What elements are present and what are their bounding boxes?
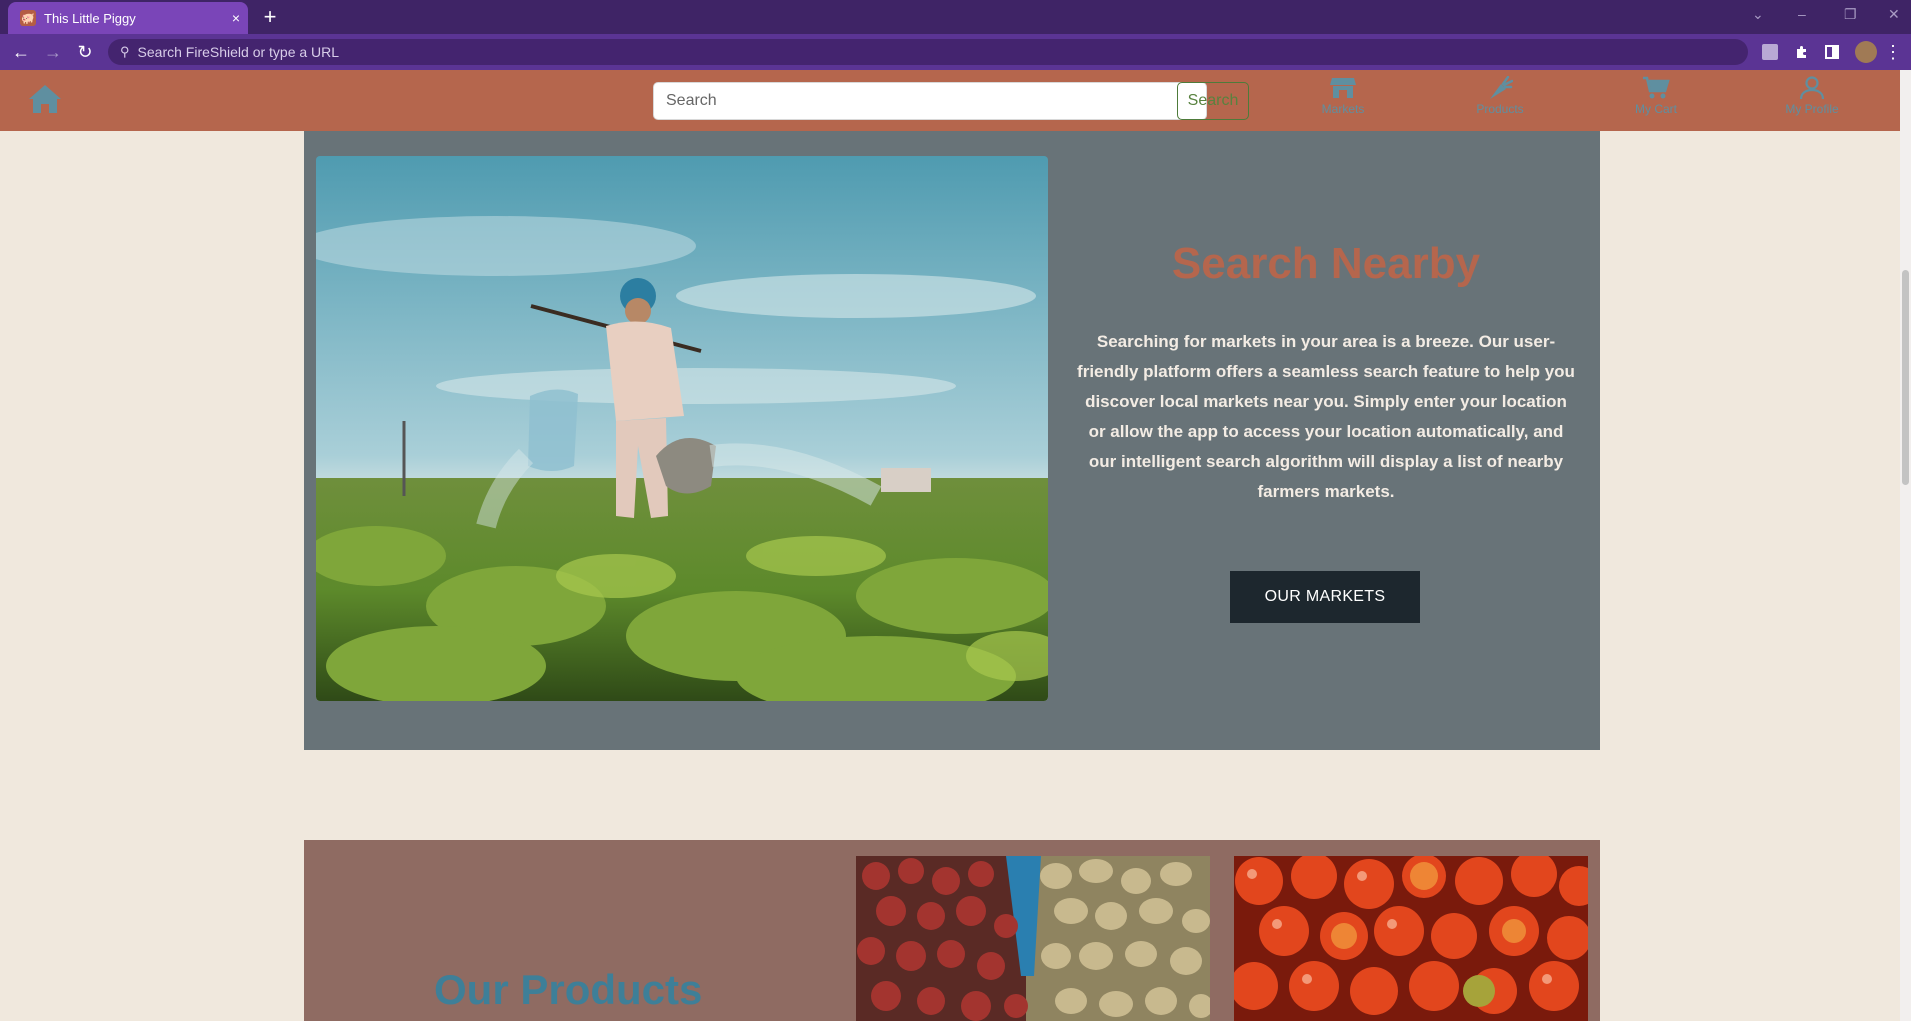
scrollbar-thumb[interactable]	[1902, 270, 1909, 485]
nav-markets-label: Markets	[1321, 102, 1365, 116]
restore-window-icon[interactable]: ❐	[1844, 6, 1857, 23]
nav-cart[interactable]: My Cart	[1596, 76, 1716, 128]
site-navbar: Search Markets Products My Cart My Profi…	[0, 70, 1900, 131]
section-description: Searching for markets in your area is a …	[1077, 332, 1575, 501]
products-title: Our Products	[434, 966, 703, 1013]
tab-close-icon[interactable]: ×	[224, 10, 248, 26]
search-nearby-section: Search Nearby Searching for markets in y…	[304, 131, 1600, 750]
nav-products-label: Products	[1476, 102, 1524, 116]
search-icon: ⚲	[120, 44, 130, 59]
tab-title: This Little Piggy	[44, 10, 136, 26]
reload-icon[interactable]: ↻	[74, 41, 96, 63]
minimize-window-icon[interactable]: –	[1798, 6, 1806, 22]
nav-products[interactable]: Products	[1440, 76, 1560, 128]
close-window-icon[interactable]: ✕	[1888, 6, 1900, 23]
nav-profile-label: My Profile	[1785, 102, 1839, 116]
our-products-section: Our Products	[304, 840, 1600, 1021]
browser-tab[interactable]: 🐖 This Little Piggy ×	[8, 2, 248, 34]
address-placeholder: Search FireShield or type a URL	[137, 44, 340, 60]
home-icon[interactable]	[28, 83, 62, 115]
nav-profile[interactable]: My Profile	[1752, 76, 1872, 128]
puzzle-extensions-icon[interactable]	[1794, 44, 1810, 60]
back-arrow-icon[interactable]: ←	[10, 41, 32, 63]
nav-cart-label: My Cart	[1635, 102, 1677, 116]
menu-dots-icon[interactable]: ⋮	[1884, 41, 1902, 63]
store-icon	[1330, 78, 1356, 98]
address-bar[interactable]: ⚲ Search FireShield or type a URL	[108, 39, 1748, 65]
extension-icon[interactable]	[1762, 44, 1778, 60]
tomatoes-photo	[1234, 856, 1588, 1021]
browser-tab-bar: 🐖 This Little Piggy × + ⌄ – ❐ ✕	[0, 0, 1911, 34]
browser-toolbar: ← → ↻ ⚲ Search FireShield or type a URL …	[0, 34, 1911, 70]
site-search-input[interactable]	[653, 82, 1207, 120]
forward-arrow-icon[interactable]: →	[42, 41, 64, 63]
section-title: Search Nearby	[1171, 239, 1481, 288]
user-icon	[1799, 76, 1825, 100]
tab-search-chevron-icon[interactable]: ⌄	[1752, 6, 1764, 23]
page-scrollbar[interactable]	[1900, 70, 1911, 1021]
side-panel-icon[interactable]	[1824, 44, 1840, 60]
our-markets-button[interactable]: OUR MARKETS	[1230, 571, 1420, 623]
new-tab-button[interactable]: +	[258, 5, 282, 29]
onions-potatoes-photo	[856, 856, 1210, 1021]
carrot-icon	[1490, 76, 1513, 99]
site-search-button[interactable]: Search	[1177, 82, 1249, 120]
nav-markets[interactable]: Markets	[1283, 76, 1403, 128]
cart-icon	[1643, 76, 1670, 99]
farmer-watering-photo	[316, 156, 1048, 701]
profile-avatar[interactable]	[1855, 41, 1877, 63]
pig-favicon-icon: 🐖	[20, 10, 36, 26]
